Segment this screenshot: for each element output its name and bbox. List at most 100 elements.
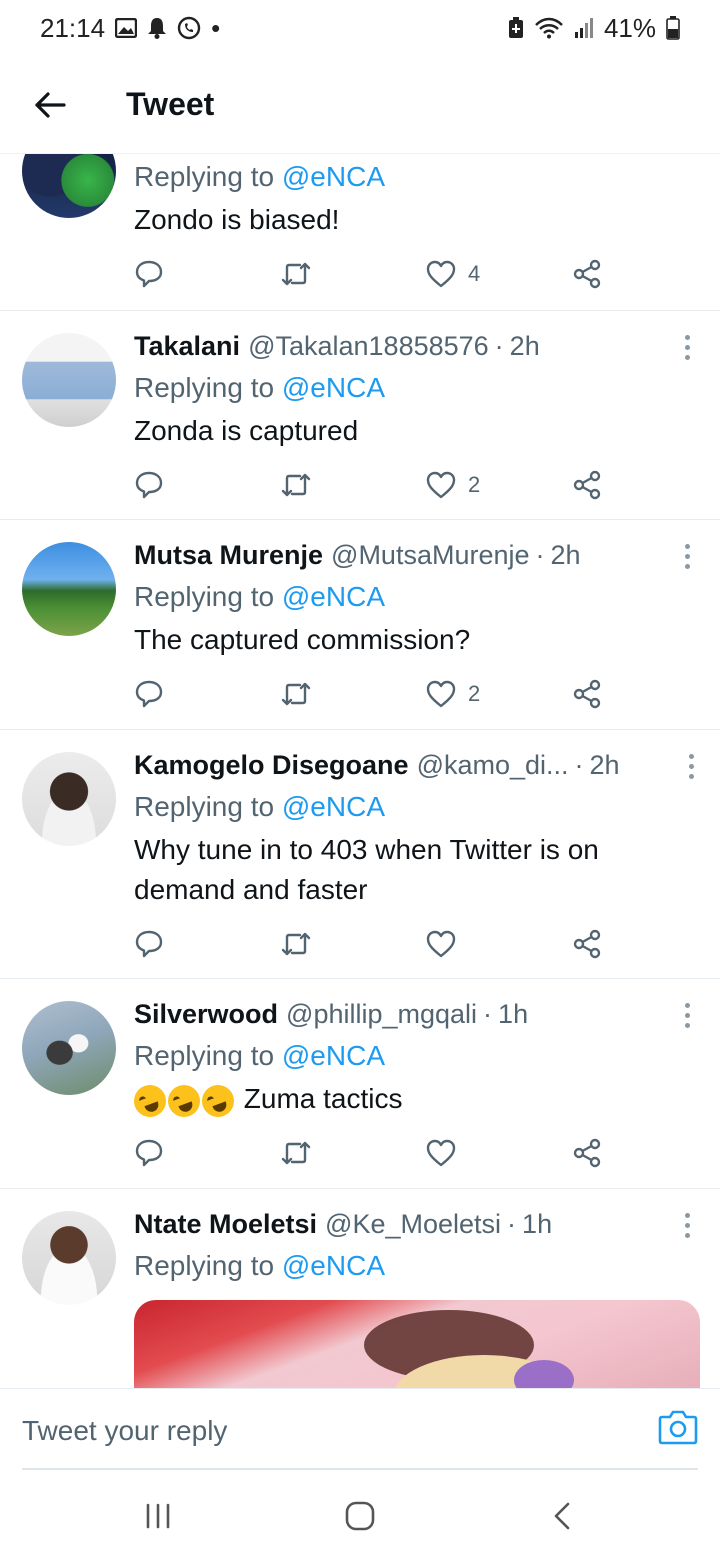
author-handle[interactable]: @MutsaMurenje: [331, 540, 529, 571]
heart-icon: [426, 680, 456, 708]
retweet-button[interactable]: [280, 680, 312, 708]
replying-label: Replying to: [134, 1040, 282, 1071]
camera-icon: [658, 1410, 698, 1445]
mention-link[interactable]: @eNCA: [282, 161, 385, 192]
mention-link[interactable]: @eNCA: [282, 791, 385, 822]
like-button[interactable]: 4: [426, 260, 480, 288]
avatar[interactable]: [22, 752, 116, 846]
replying-label: Replying to: [134, 791, 282, 822]
separator-dot: ·: [494, 330, 504, 361]
reply-input[interactable]: Tweet your reply: [22, 1415, 227, 1447]
retweet-button[interactable]: [280, 471, 312, 499]
tweet-text: Why tune in to 403 when Twitter is on de…: [134, 830, 700, 910]
wifi-icon: [534, 17, 564, 39]
tweet-actions: 4: [134, 254, 614, 294]
tweet-item[interactable]: Silverwood @phillip_mgqali · 1h Replying…: [0, 979, 720, 1189]
share-button[interactable]: [572, 679, 602, 709]
more-options-button[interactable]: [676, 746, 706, 786]
share-button[interactable]: [572, 929, 602, 959]
back-nav-button[interactable]: [542, 1500, 582, 1532]
reply-button[interactable]: [134, 679, 164, 709]
like-count: 2: [468, 681, 481, 706]
author-handle[interactable]: @kamo_di...: [417, 750, 569, 781]
recent-apps-button[interactable]: [138, 1500, 178, 1532]
reply-button[interactable]: [134, 259, 164, 289]
reply-button[interactable]: [134, 470, 164, 500]
more-options-button[interactable]: [672, 995, 702, 1035]
replying-to: Replying to @eNCA: [134, 576, 700, 618]
like-button[interactable]: 2: [426, 680, 480, 708]
retweet-button[interactable]: [280, 1139, 312, 1167]
author-handle[interactable]: @phillip_mgqali: [286, 999, 477, 1030]
home-button[interactable]: [340, 1500, 380, 1532]
tweet-item[interactable]: Replying to @eNCA Zondo is biased! 4: [0, 154, 720, 311]
tweet-time: 1h: [522, 1208, 553, 1239]
author-name[interactable]: Ntate Moeletsi: [134, 1209, 317, 1240]
tweet-actions: 2: [134, 674, 614, 714]
replying-label: Replying to: [134, 161, 282, 192]
arrow-left-icon: [35, 91, 66, 118]
gallery-icon: [115, 18, 138, 38]
reply-composer[interactable]: Tweet your reply: [0, 1388, 720, 1470]
avatar[interactable]: [22, 154, 116, 218]
speech-bubble-icon: [135, 260, 163, 288]
avatar[interactable]: [22, 333, 116, 427]
share-button[interactable]: [572, 1138, 602, 1168]
home-icon: [345, 1501, 375, 1531]
heart-icon: [426, 1139, 456, 1167]
author-name[interactable]: Silverwood: [134, 999, 278, 1030]
app-header: Tweet: [0, 56, 720, 154]
tweet-body: Mutsa Murenje @MutsaMurenje · 2h Replyin…: [134, 534, 700, 660]
tweet-time: 1h: [498, 998, 529, 1029]
like-button[interactable]: 2: [426, 471, 480, 499]
author-name[interactable]: Takalani: [134, 331, 240, 362]
tweet-feed[interactable]: Replying to @eNCA Zondo is biased! 4 Tak…: [0, 154, 720, 1388]
like-count: 4: [468, 261, 481, 286]
mention-link[interactable]: @eNCA: [282, 1250, 385, 1281]
share-icon: [573, 1138, 601, 1168]
back-button[interactable]: [20, 75, 80, 135]
avatar[interactable]: [22, 1001, 116, 1095]
mention-link[interactable]: @eNCA: [282, 1040, 385, 1071]
retweet-button[interactable]: [280, 930, 312, 958]
reply-button[interactable]: [134, 1138, 164, 1168]
tweet-text: Zondo is biased!: [134, 204, 340, 235]
more-vertical-icon: [684, 334, 690, 340]
tweet-media-image[interactable]: [134, 1300, 700, 1388]
replying-label: Replying to: [134, 581, 282, 612]
separator-dot: ·: [507, 1208, 517, 1239]
more-options-button[interactable]: [672, 536, 702, 576]
more-options-button[interactable]: [672, 1205, 702, 1245]
battery-percent: 41%: [603, 12, 656, 43]
camera-button[interactable]: [658, 1409, 698, 1449]
like-button[interactable]: [426, 1139, 468, 1167]
tweet-item[interactable]: Kamogelo Disegoane @kamo_di... · 2h Repl…: [0, 730, 720, 979]
author-name[interactable]: Mutsa Murenje: [134, 540, 323, 571]
bell-icon: [147, 17, 167, 39]
tweet-body: Replying to @eNCA Zondo is biased!: [134, 156, 700, 240]
like-button[interactable]: [426, 930, 468, 958]
reply-button[interactable]: [134, 929, 164, 959]
recent-apps-icon: [146, 1503, 170, 1529]
mention-link[interactable]: @eNCA: [282, 581, 385, 612]
avatar[interactable]: [22, 1211, 116, 1305]
retweet-button[interactable]: [280, 260, 312, 288]
tweet-time: 2h: [509, 330, 540, 361]
tweet-header: Ntate Moeletsi @Ke_Moeletsi · 1h: [134, 1203, 700, 1245]
tweet-item[interactable]: Mutsa Murenje @MutsaMurenje · 2h Replyin…: [0, 520, 720, 730]
author-handle[interactable]: @Takalan18858576: [248, 331, 489, 362]
tweet-body: Kamogelo Disegoane @kamo_di... · 2h Repl…: [134, 744, 700, 910]
author-handle[interactable]: @Ke_Moeletsi: [325, 1209, 501, 1240]
tweet-text-line: demand and faster: [134, 874, 368, 905]
tweet-item[interactable]: Takalani @Takalan18858576 · 2h Replying …: [0, 311, 720, 520]
mention-link[interactable]: @eNCA: [282, 372, 385, 403]
author-name[interactable]: Kamogelo Disegoane: [134, 750, 409, 781]
tweet-text: Zuma tactics: [129, 1079, 700, 1122]
avatar[interactable]: [22, 542, 116, 636]
share-button[interactable]: [572, 470, 602, 500]
share-button[interactable]: [572, 259, 602, 289]
replying-to: Replying to @eNCA: [134, 1035, 700, 1077]
battery-saver-icon: [508, 17, 524, 39]
tweet-actions: [134, 924, 614, 964]
more-options-button[interactable]: [672, 327, 702, 367]
